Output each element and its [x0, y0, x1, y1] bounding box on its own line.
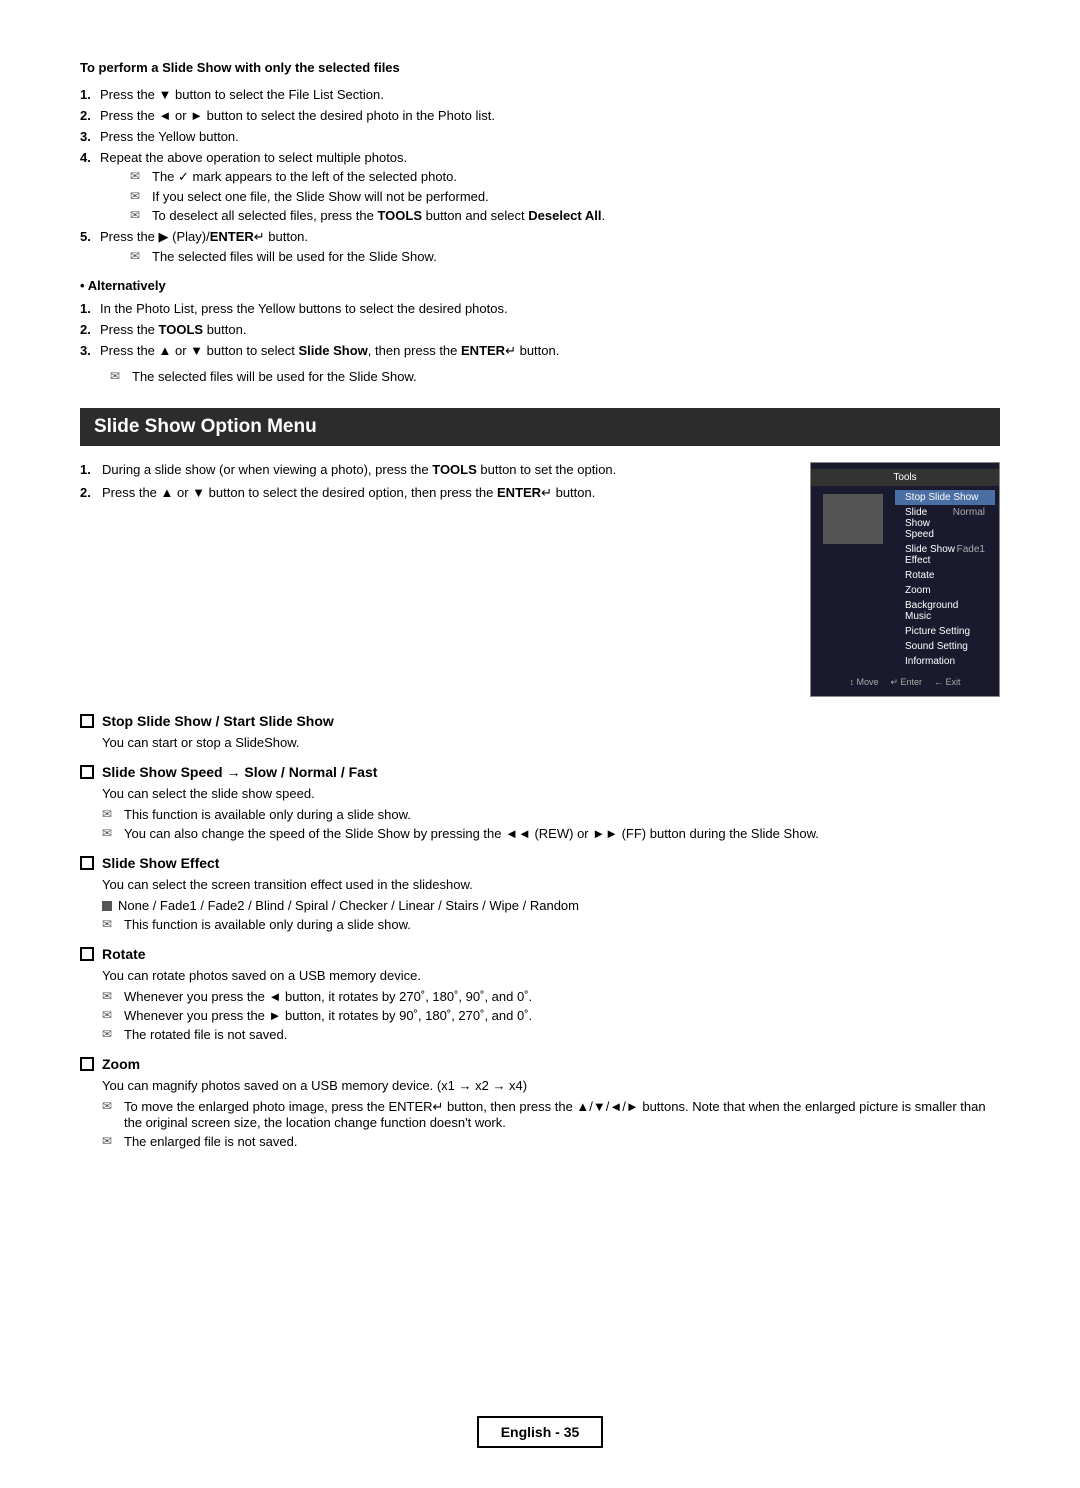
section-header: To perform a Slide Show with only the se… — [80, 60, 1000, 384]
subsection-speed-body: You can select the slide show speed. — [80, 786, 1000, 801]
tools-photo-placeholder — [823, 494, 883, 544]
rotate-notes: Whenever you press the ◄ button, it rota… — [80, 989, 1000, 1042]
page-footer: English - 35 — [0, 1416, 1080, 1448]
subsection-rotate: Rotate You can rotate photos saved on a … — [80, 946, 1000, 1042]
checkbox-icon-stop — [80, 714, 94, 728]
tools-item-bgmusic: Background Music — [895, 598, 995, 624]
step-2: Press the ◄ or ► button to select the de… — [80, 108, 1000, 123]
subsection-stop-start-header: Stop Slide Show / Start Slide Show — [80, 713, 1000, 729]
checkbox-icon-zoom — [80, 1057, 94, 1071]
slideshow-steps-list: During a slide show (or when viewing a p… — [80, 462, 790, 501]
slideshow-section-title: Slide Show Option Menu — [80, 408, 1000, 446]
subsection-zoom-body: You can magnify photos saved on a USB me… — [80, 1078, 1000, 1093]
subsection-effect-header: Slide Show Effect — [80, 855, 1000, 871]
checkbox-icon-rotate — [80, 947, 94, 961]
speed-note-1: This function is available only during a… — [102, 807, 1000, 822]
tools-item-picture: Picture Setting — [895, 624, 995, 639]
alt-note-item: The selected files will be used for the … — [110, 369, 1000, 384]
subsection-stop-start: Stop Slide Show / Start Slide Show You c… — [80, 713, 1000, 750]
tools-item-speed: Slide Show Speed Normal — [895, 505, 995, 542]
subsection-effect: Slide Show Effect You can select the scr… — [80, 855, 1000, 932]
subsection-zoom-header: Zoom — [80, 1056, 1000, 1072]
slideshow-option-section: Slide Show Option Menu During a slide sh… — [80, 408, 1000, 1149]
alt-steps-list: In the Photo List, press the Yellow butt… — [80, 301, 1000, 359]
slideshow-content-with-image: During a slide show (or when viewing a p… — [80, 462, 1000, 697]
step-4-notes: The ✓ mark appears to the left of the se… — [100, 169, 1000, 223]
zoom-note-1: To move the enlarged photo image, press … — [102, 1099, 1000, 1130]
effects-line: None / Fade1 / Fade2 / Blind / Spiral / … — [102, 898, 1000, 913]
subsection-effect-body: You can select the screen transition eff… — [80, 877, 1000, 892]
effect-note: This function is available only during a… — [80, 917, 1000, 932]
alt-step-1: In the Photo List, press the Yellow butt… — [80, 301, 1000, 316]
note-4-3: To deselect all selected files, press th… — [130, 208, 1000, 223]
subsection-speed-header: Slide Show Speed → Slow / Normal / Fast — [80, 764, 1000, 780]
page-number: English - 35 — [477, 1416, 604, 1448]
zoom-notes: To move the enlarged photo image, press … — [80, 1099, 1000, 1149]
tools-title: Tools — [811, 469, 999, 486]
tools-item-rotate: Rotate — [895, 568, 995, 583]
subsection-stop-start-body: You can start or stop a SlideShow. — [80, 735, 1000, 750]
slideshow-steps-text: During a slide show (or when viewing a p… — [80, 462, 790, 509]
note-5-1: The selected files will be used for the … — [130, 249, 1000, 264]
step-1: Press the ▼ button to select the File Li… — [80, 87, 1000, 102]
subsection-rotate-header: Rotate — [80, 946, 1000, 962]
rotate-note-2: Whenever you press the ► button, it rota… — [102, 1008, 1000, 1023]
alt-step-2: Press the TOOLS button. — [80, 322, 1000, 337]
alternatively-title: Alternatively — [80, 278, 1000, 293]
subsection-rotate-body: You can rotate photos saved on a USB mem… — [80, 968, 1000, 983]
alt-step-3: Press the ▲ or ▼ button to select Slide … — [80, 343, 1000, 359]
step-5-notes: The selected files will be used for the … — [100, 249, 1000, 264]
subsection-zoom: Zoom You can magnify photos saved on a U… — [80, 1056, 1000, 1149]
slideshow-step-1: During a slide show (or when viewing a p… — [80, 462, 790, 477]
tools-item-stop: Stop Slide Show — [895, 490, 995, 505]
note-4-2: If you select one file, the Slide Show w… — [130, 189, 1000, 204]
rotate-note-1: Whenever you press the ◄ button, it rota… — [102, 989, 1000, 1004]
tools-menu-items: Stop Slide Show Slide Show Speed Normal … — [895, 490, 995, 669]
checkbox-icon-effect — [80, 856, 94, 870]
step-3: Press the Yellow button. — [80, 129, 1000, 144]
tools-item-effect: Slide Show Effect Fade1 — [895, 542, 995, 568]
alt-note: The selected files will be used for the … — [80, 369, 1000, 384]
tools-menu-image: Tools Stop Slide Show Slide Show Speed N… — [810, 462, 1000, 697]
speed-note-2: You can also change the speed of the Sli… — [102, 826, 1000, 841]
slideshow-step-2: Press the ▲ or ▼ button to select the de… — [80, 485, 790, 501]
alternatively-section: Alternatively In the Photo List, press t… — [80, 278, 1000, 384]
intro-steps-list: Press the ▼ button to select the File Li… — [80, 87, 1000, 264]
subsection-speed-notes: This function is available only during a… — [80, 807, 1000, 841]
tools-item-info: Information — [895, 654, 995, 669]
checkbox-icon-speed — [80, 765, 94, 779]
step-4: Repeat the above operation to select mul… — [80, 150, 1000, 223]
step-5: Press the ▶ (Play)/ENTER↵ button. The se… — [80, 229, 1000, 264]
zoom-note-2: The enlarged file is not saved. — [102, 1134, 1000, 1149]
effect-note-1: This function is available only during a… — [102, 917, 1000, 932]
section-title: To perform a Slide Show with only the se… — [80, 60, 1000, 75]
note-4-1: The ✓ mark appears to the left of the se… — [130, 169, 1000, 185]
tools-item-sound: Sound Setting — [895, 639, 995, 654]
tools-item-zoom: Zoom — [895, 583, 995, 598]
rotate-note-3: The rotated file is not saved. — [102, 1027, 1000, 1042]
tools-footer: ↕ Move ↵ Enter ← Exit — [811, 675, 999, 690]
subsection-speed: Slide Show Speed → Slow / Normal / Fast … — [80, 764, 1000, 841]
square-bullet-icon — [102, 901, 112, 911]
